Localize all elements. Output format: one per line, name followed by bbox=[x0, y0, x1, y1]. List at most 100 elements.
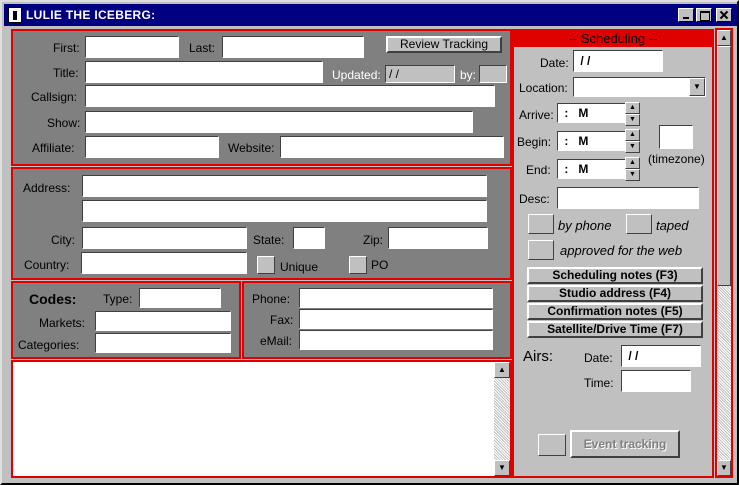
confirmation-notes-button[interactable]: Confirmation notes (F5) bbox=[527, 303, 703, 320]
sched-date-input[interactable] bbox=[573, 50, 663, 72]
address-line1-input[interactable] bbox=[82, 175, 487, 197]
minimize-button[interactable] bbox=[678, 8, 694, 22]
airs-time-label: Time: bbox=[584, 376, 614, 390]
end-down-icon[interactable]: ▼ bbox=[625, 169, 640, 181]
scheduling-notes-button[interactable]: Scheduling notes (F3) bbox=[527, 267, 703, 284]
by-label: by: bbox=[460, 68, 477, 82]
end-up-icon[interactable]: ▲ bbox=[625, 157, 640, 169]
email-input[interactable] bbox=[299, 330, 493, 350]
window-scroll-thumb[interactable] bbox=[717, 46, 731, 286]
app-icon[interactable] bbox=[8, 7, 22, 23]
arrive-spinner[interactable]: ▲ ▼ bbox=[625, 102, 640, 126]
phone-panel: Phone: Fax: eMail: bbox=[242, 281, 512, 359]
show-input[interactable] bbox=[85, 111, 473, 133]
scheduling-panel: -- Scheduling -- Date: Location: ▼ Arriv… bbox=[512, 29, 714, 478]
location-select[interactable] bbox=[573, 77, 706, 97]
callsign-input[interactable] bbox=[85, 85, 495, 107]
window-scroll-down-icon[interactable]: ▼ bbox=[717, 460, 731, 476]
airs-label: Airs: bbox=[523, 348, 553, 365]
title-bar[interactable]: LULIE THE ICEBERG: bbox=[4, 4, 737, 26]
by-phone-checkbox[interactable] bbox=[528, 214, 554, 234]
website-label: Website: bbox=[228, 141, 275, 155]
notes-scroll-down-icon[interactable]: ▼ bbox=[494, 460, 510, 476]
categories-label: Categories: bbox=[18, 338, 80, 352]
country-input[interactable] bbox=[81, 252, 247, 274]
arrive-up-icon[interactable]: ▲ bbox=[625, 102, 640, 114]
sched-date-label: Date: bbox=[540, 56, 569, 70]
notes-scroll-track[interactable] bbox=[494, 362, 510, 476]
po-checkbox[interactable] bbox=[349, 256, 367, 274]
approved-web-label: approved for the web bbox=[560, 243, 683, 258]
show-label: Show: bbox=[47, 116, 81, 130]
affiliate-input[interactable] bbox=[85, 136, 219, 158]
title-input[interactable] bbox=[85, 61, 323, 83]
desc-label: Desc: bbox=[519, 192, 550, 206]
notes-textarea[interactable] bbox=[13, 362, 493, 476]
arrive-label: Arrive: bbox=[519, 108, 554, 122]
codes-heading: Codes: bbox=[29, 291, 77, 307]
first-name-input[interactable] bbox=[85, 36, 179, 58]
taped-checkbox[interactable] bbox=[626, 214, 652, 234]
fax-label: Fax: bbox=[270, 313, 294, 327]
phone-input[interactable] bbox=[299, 288, 493, 308]
timezone-input[interactable] bbox=[659, 125, 693, 149]
approved-web-checkbox[interactable] bbox=[528, 240, 554, 260]
callsign-label: Callsign: bbox=[31, 90, 78, 104]
notes-panel: ▲ ▼ bbox=[11, 360, 512, 478]
close-button[interactable] bbox=[716, 8, 732, 22]
location-label: Location: bbox=[519, 81, 568, 95]
type-label: Type: bbox=[103, 292, 133, 306]
event-tracking-checkbox[interactable] bbox=[538, 434, 566, 456]
begin-up-icon[interactable]: ▲ bbox=[625, 129, 640, 141]
markets-input[interactable] bbox=[95, 311, 231, 331]
studio-address-button[interactable]: Studio address (F4) bbox=[527, 285, 703, 302]
country-label: Country: bbox=[24, 258, 70, 272]
state-input[interactable] bbox=[293, 227, 325, 249]
main-window: LULIE THE ICEBERG: First: Last: Review T… bbox=[0, 0, 739, 485]
notes-scrollbar[interactable]: ▲ ▼ bbox=[494, 362, 510, 476]
address-line2-input[interactable] bbox=[82, 200, 487, 222]
address-panel: Address: City: State: Zip: Country: Uniq… bbox=[11, 167, 512, 280]
affiliate-label: Affiliate: bbox=[32, 141, 75, 155]
state-label: State: bbox=[253, 233, 285, 247]
city-input[interactable] bbox=[82, 227, 247, 249]
begin-down-icon[interactable]: ▼ bbox=[625, 141, 640, 153]
notes-scroll-up-icon[interactable]: ▲ bbox=[494, 362, 510, 378]
categories-input[interactable] bbox=[95, 333, 231, 353]
end-spinner[interactable]: ▲ ▼ bbox=[625, 157, 640, 181]
phone-label: Phone: bbox=[252, 292, 291, 306]
window-scroll-up-icon[interactable]: ▲ bbox=[717, 30, 731, 46]
updated-label: Updated: bbox=[332, 68, 381, 82]
arrive-down-icon[interactable]: ▼ bbox=[625, 114, 640, 126]
email-label: eMail: bbox=[260, 334, 293, 348]
timezone-label: (timezone) bbox=[648, 152, 705, 166]
type-input[interactable] bbox=[139, 288, 221, 308]
begin-time-input[interactable] bbox=[557, 131, 627, 151]
review-tracking-button[interactable]: Review Tracking bbox=[386, 36, 502, 53]
window-scrollbar[interactable]: ▲ ▼ bbox=[715, 28, 733, 478]
codes-panel: Codes: Type: Markets: Categories: bbox=[11, 281, 241, 359]
last-name-input[interactable] bbox=[222, 36, 364, 58]
airs-date-input[interactable] bbox=[621, 345, 701, 367]
end-time-input[interactable] bbox=[557, 159, 627, 179]
location-dropdown-icon[interactable]: ▼ bbox=[689, 78, 705, 96]
zip-input[interactable] bbox=[388, 227, 488, 249]
fax-input[interactable] bbox=[299, 309, 493, 329]
markets-label: Markets: bbox=[39, 316, 86, 330]
maximize-button[interactable] bbox=[696, 8, 712, 22]
unique-checkbox[interactable] bbox=[257, 256, 275, 274]
begin-spinner[interactable]: ▲ ▼ bbox=[625, 129, 640, 153]
title-label: Title: bbox=[53, 66, 79, 80]
unique-label: Unique bbox=[280, 260, 319, 274]
window-title: LULIE THE ICEBERG: bbox=[26, 8, 156, 22]
po-label: PO bbox=[371, 258, 389, 272]
updated-by-field bbox=[479, 65, 507, 83]
airs-time-input[interactable] bbox=[621, 370, 691, 392]
arrive-time-input[interactable] bbox=[557, 103, 627, 123]
contact-panel: First: Last: Review Tracking Title: Upda… bbox=[11, 29, 512, 166]
satellite-drive-time-button[interactable]: Satellite/Drive Time (F7) bbox=[527, 321, 703, 338]
website-input[interactable] bbox=[280, 136, 504, 158]
updated-field bbox=[385, 65, 455, 83]
desc-input[interactable] bbox=[557, 187, 699, 209]
event-tracking-button[interactable]: Event tracking bbox=[570, 430, 680, 458]
